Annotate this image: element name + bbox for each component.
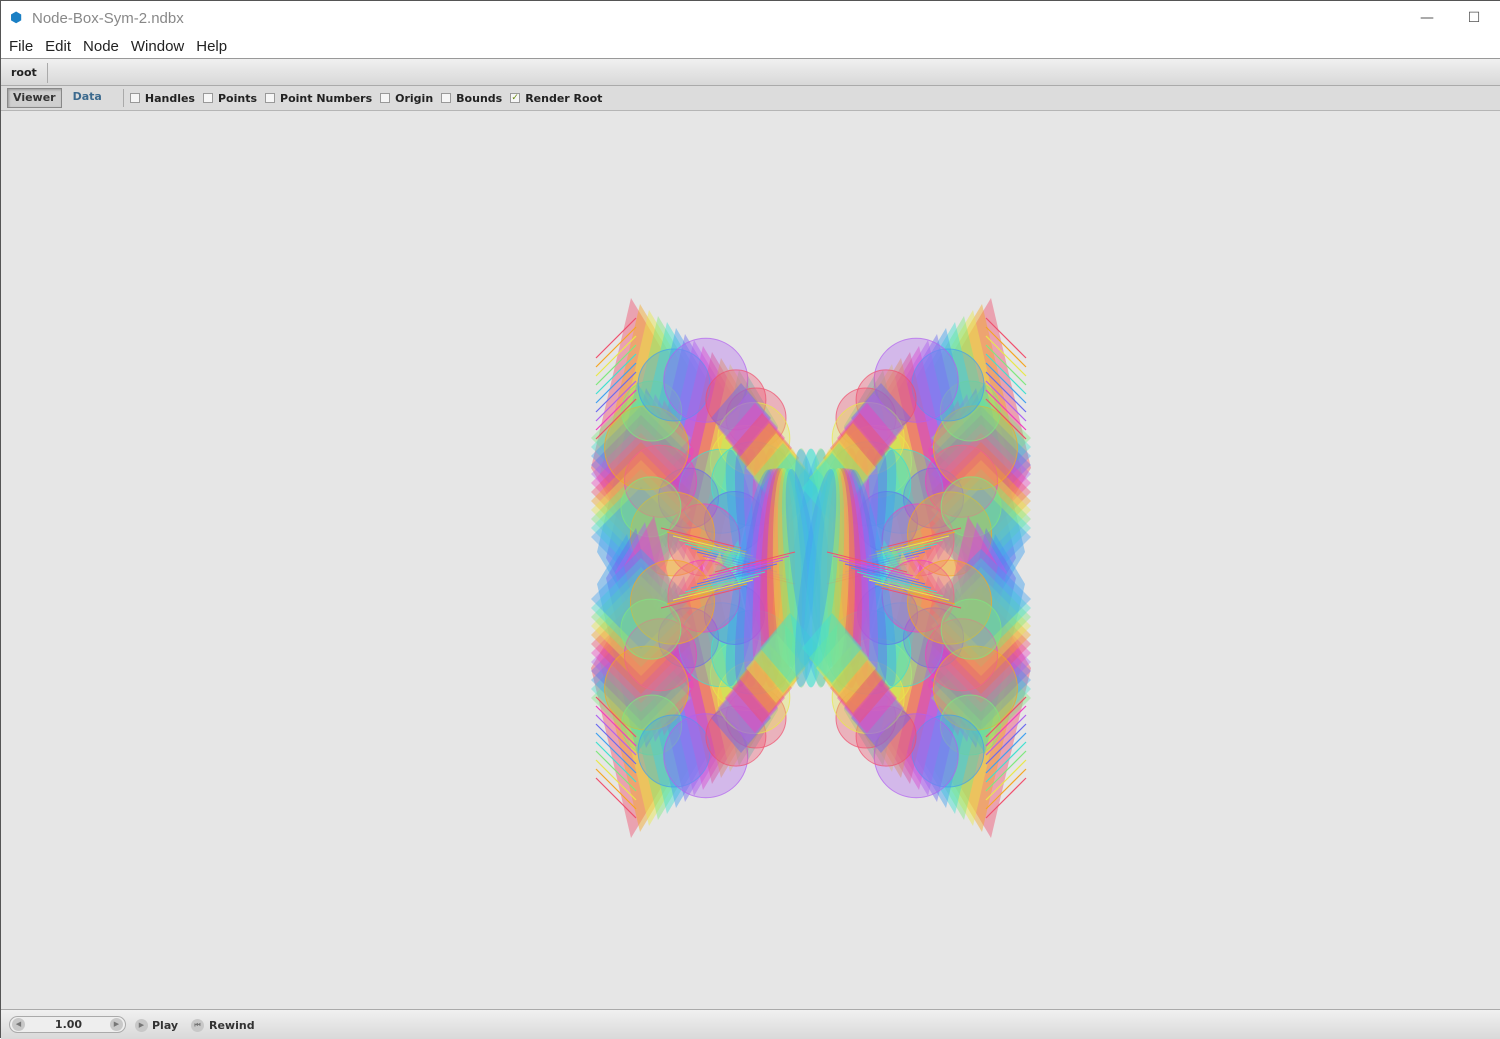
rewind-icon[interactable]: ⏮: [191, 1019, 204, 1032]
checkbox-label: Point Numbers: [280, 91, 373, 105]
checkbox-box[interactable]: [380, 93, 391, 103]
checkbox-box[interactable]: [129, 93, 140, 103]
tab-viewer[interactable]: Viewer: [7, 88, 62, 108]
checkbox-bounds[interactable]: Bounds: [441, 92, 502, 105]
checkbox-handles[interactable]: Handles: [129, 91, 195, 105]
circle-shape: [940, 598, 1002, 660]
menu-bar: File Edit Node Window Help: [1, 35, 1500, 59]
tab-data[interactable]: Data: [68, 88, 107, 108]
checkbox-box[interactable]: [265, 93, 276, 103]
maximize-button[interactable]: ☐: [1451, 5, 1497, 31]
checkbox-box[interactable]: ✓: [510, 93, 521, 103]
checkbox-render-root[interactable]: ✓ Render Root: [510, 92, 602, 105]
menu-edit[interactable]: Edit: [39, 38, 77, 55]
breadcrumb-root[interactable]: root: [5, 63, 48, 83]
checkbox-points[interactable]: Points: [202, 91, 258, 105]
rendered-artwork: [591, 298, 1031, 838]
breadcrumb: root: [1, 59, 1500, 86]
title-bar: ⬢ Node-Box-Sym-2.ndbx — ☐: [1, 1, 1500, 35]
minimize-button[interactable]: —: [1404, 5, 1450, 31]
playback-bar: ◀ 1.00 ▶ ▶ Play ⏮ Rewind: [1, 1009, 1500, 1039]
play-button[interactable]: Play: [152, 1019, 178, 1032]
circle-shape: [620, 598, 682, 660]
app-icon: ⬢: [10, 10, 23, 26]
checkbox-origin[interactable]: Origin: [380, 92, 433, 105]
checkbox-point-numbers[interactable]: Point Numbers: [265, 92, 372, 105]
increment-frame-icon[interactable]: ▶: [110, 1018, 123, 1031]
divider: [122, 89, 124, 107]
menu-help[interactable]: Help: [190, 38, 233, 55]
play-icon[interactable]: ▶: [135, 1019, 148, 1032]
checkbox-box[interactable]: [441, 93, 452, 103]
frame-stepper[interactable]: ◀ 1.00 ▶: [9, 1016, 126, 1033]
checkbox-label: Origin: [395, 91, 434, 105]
window-title: Node-Box-Sym-2.ndbx: [32, 9, 184, 27]
checkbox-box[interactable]: [202, 93, 213, 103]
menu-node[interactable]: Node: [77, 38, 125, 55]
checkbox-label: Handles: [144, 91, 195, 105]
rewind-button[interactable]: Rewind: [209, 1019, 255, 1032]
checkbox-label: Render Root: [525, 91, 603, 105]
checkbox-label: Bounds: [456, 91, 503, 105]
viewer-canvas[interactable]: [1, 111, 1500, 1009]
menu-file[interactable]: File: [3, 38, 39, 55]
menu-window[interactable]: Window: [125, 38, 190, 55]
viewer-toolbar: Viewer Data Handles Points Point Numbers Or…: [1, 86, 1500, 111]
checkbox-label: Points: [217, 91, 258, 105]
